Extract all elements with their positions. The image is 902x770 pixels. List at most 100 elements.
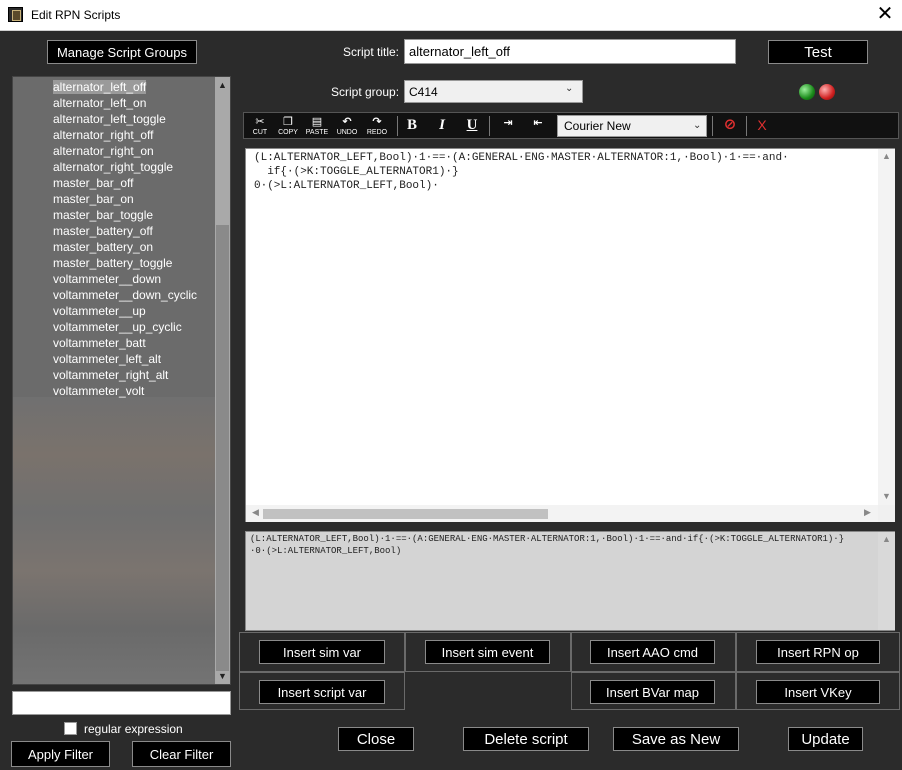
script-title-label: Script title: xyxy=(343,45,400,59)
script-list-item[interactable]: master_battery_off xyxy=(13,223,215,239)
script-list-item-label: voltammeter_batt xyxy=(53,336,146,350)
clear-format-button[interactable]: X xyxy=(752,117,772,135)
script-list-item[interactable]: alternator_left_off xyxy=(13,79,215,95)
insert-rpn-op-button[interactable]: Insert RPN op xyxy=(756,640,880,664)
redo-button[interactable]: ↷ REDO xyxy=(365,116,389,136)
script-list-item[interactable]: voltammeter_batt xyxy=(13,335,215,351)
indent-icon: ⇥ xyxy=(503,117,513,129)
script-list-item[interactable]: voltammeter_right_alt xyxy=(13,367,215,383)
copy-icon: ❐ xyxy=(283,116,293,128)
no-format-button[interactable]: ⊘ xyxy=(718,116,742,136)
scroll-right-icon[interactable]: ▶ xyxy=(860,507,875,518)
status-led-green-icon xyxy=(799,84,815,100)
status-led-red-icon xyxy=(819,84,835,100)
script-list-item[interactable]: voltammeter__down_cyclic xyxy=(13,287,215,303)
script-list-item[interactable]: voltammeter__up_cyclic xyxy=(13,319,215,335)
script-list-item-label: voltammeter__down xyxy=(53,272,162,286)
editor-vertical-scrollbar[interactable]: ▲ ▼ xyxy=(878,149,895,505)
script-list[interactable]: alternator_left_off alternator_left_onalt… xyxy=(12,76,231,685)
script-list-item[interactable]: voltammeter_left_alt xyxy=(13,351,215,367)
script-list-item[interactable]: master_bar_on xyxy=(13,191,215,207)
script-list-item-label: master_battery_off xyxy=(53,224,153,238)
toolbar-divider xyxy=(489,116,490,136)
insert-aao-cmd-button[interactable]: Insert AAO cmd xyxy=(590,640,715,664)
chevron-down-icon[interactable]: ⌄ xyxy=(565,83,573,94)
clear-filter-button[interactable]: Clear Filter xyxy=(132,741,231,767)
script-list-item-label: alternator_left_on xyxy=(53,96,147,110)
list-scroll-thumb[interactable] xyxy=(216,225,229,671)
italic-button[interactable]: I xyxy=(432,117,452,135)
apply-filter-button[interactable]: Apply Filter xyxy=(11,741,110,767)
toolbar-divider xyxy=(712,116,713,136)
script-list-item[interactable]: master_battery_on xyxy=(13,239,215,255)
test-button[interactable]: Test xyxy=(768,40,868,64)
script-list-item-label: voltammeter_volt xyxy=(53,384,145,398)
manage-script-groups-button[interactable]: Manage Script Groups xyxy=(47,40,197,64)
strikethrough-icon: ⊘ xyxy=(723,116,737,133)
script-list-item-label: alternator_left_toggle xyxy=(53,112,166,126)
filter-input[interactable] xyxy=(12,691,231,715)
script-group-select[interactable]: C414 xyxy=(404,80,583,103)
save-as-new-button[interactable]: Save as New xyxy=(613,727,739,751)
outdent-button[interactable]: ⇤ xyxy=(526,117,550,137)
insert-sim-event-button[interactable]: Insert sim event xyxy=(425,640,550,664)
editor-toolbar: ✂ CUT ❐ COPY ▤ PASTE ↶ UNDO ↷ REDO B I U ⇥ ⇤ … xyxy=(243,112,899,139)
script-list-item-label: alternator_right_off xyxy=(53,128,154,142)
script-list-item[interactable]: alternator_left_toggle xyxy=(13,111,215,127)
scroll-left-icon[interactable]: ◀ xyxy=(248,507,263,518)
script-title-input[interactable]: alternator_left_off xyxy=(404,39,736,64)
bold-button[interactable]: B xyxy=(402,117,422,135)
editor-line: 0·(>L:ALTERNATOR_LEFT,Bool)· xyxy=(254,180,439,192)
undo-button[interactable]: ↶ UNDO xyxy=(335,116,359,136)
script-list-item[interactable]: master_battery_toggle xyxy=(13,255,215,271)
close-button[interactable]: Close xyxy=(338,727,414,751)
scroll-up-icon[interactable]: ▲ xyxy=(215,80,230,90)
editor-hscroll-thumb[interactable] xyxy=(263,509,548,519)
regex-label: regular expression xyxy=(84,722,183,736)
outdent-icon: ⇤ xyxy=(533,117,543,129)
cut-button[interactable]: ✂ CUT xyxy=(248,116,272,136)
insert-bvar-map-button[interactable]: Insert BVar map xyxy=(590,680,715,704)
editor-text[interactable]: (L:ALTERNATOR_LEFT,Bool)·1·==·(A:GENERAL… xyxy=(254,151,789,193)
script-list-item[interactable]: alternator_right_off xyxy=(13,127,215,143)
regex-checkbox[interactable] xyxy=(64,722,77,735)
script-list-item[interactable]: alternator_left_on xyxy=(13,95,215,111)
close-window-icon[interactable]: ✕ xyxy=(872,3,898,27)
script-list-item[interactable]: voltammeter_volt xyxy=(13,383,215,399)
preview-text: (L:ALTERNATOR_LEFT,Bool)·1·==·(A:GENERAL… xyxy=(250,534,845,556)
scroll-down-icon[interactable]: ▼ xyxy=(215,671,230,681)
scroll-up-icon[interactable]: ▲ xyxy=(879,151,894,161)
script-list-item-label: alternator_left_off xyxy=(53,80,147,94)
indent-button[interactable]: ⇥ xyxy=(496,117,520,137)
script-list-item-label: voltammeter__down_cyclic xyxy=(53,288,198,302)
chevron-down-icon[interactable]: ⌄ xyxy=(693,120,701,131)
window-title: Edit RPN Scripts xyxy=(31,8,121,22)
preview-scrollbar[interactable]: ▲ xyxy=(878,532,895,630)
script-list-item[interactable]: voltammeter__down xyxy=(13,271,215,287)
paste-button[interactable]: ▤ PASTE xyxy=(305,116,329,136)
script-list-item[interactable]: master_bar_toggle xyxy=(13,207,215,223)
title-bar: Edit RPN Scripts ✕ xyxy=(0,0,902,31)
scrollbar-corner xyxy=(878,505,895,522)
insert-script-var-button[interactable]: Insert script var xyxy=(259,680,385,704)
underline-button[interactable]: U xyxy=(462,117,482,135)
script-list-item-label: master_bar_off xyxy=(53,176,134,190)
editor-line: if{·(>K:TOGGLE_ALTERNATOR1)·} xyxy=(254,166,459,178)
script-editor[interactable]: (L:ALTERNATOR_LEFT,Bool)·1·==·(A:GENERAL… xyxy=(245,148,895,522)
script-list-item-label: alternator_right_toggle xyxy=(53,160,174,174)
paste-icon: ▤ xyxy=(311,116,323,128)
insert-sim-var-button[interactable]: Insert sim var xyxy=(259,640,385,664)
script-list-item[interactable]: alternator_right_toggle xyxy=(13,159,215,175)
copy-button[interactable]: ❐ COPY xyxy=(276,116,300,136)
font-select[interactable]: Courier New xyxy=(557,115,707,137)
script-list-item[interactable]: master_bar_off xyxy=(13,175,215,191)
script-list-item[interactable]: alternator_right_on xyxy=(13,143,215,159)
insert-vkey-button[interactable]: Insert VKey xyxy=(756,680,880,704)
scroll-down-icon[interactable]: ▼ xyxy=(879,491,894,501)
script-group-label: Script group: xyxy=(331,85,400,99)
update-button[interactable]: Update xyxy=(788,727,863,751)
script-list-item[interactable]: voltammeter__up xyxy=(13,303,215,319)
script-list-item-label: voltammeter__up_cyclic xyxy=(53,320,182,334)
delete-script-button[interactable]: Delete script xyxy=(463,727,589,751)
scroll-up-icon[interactable]: ▲ xyxy=(879,534,894,544)
